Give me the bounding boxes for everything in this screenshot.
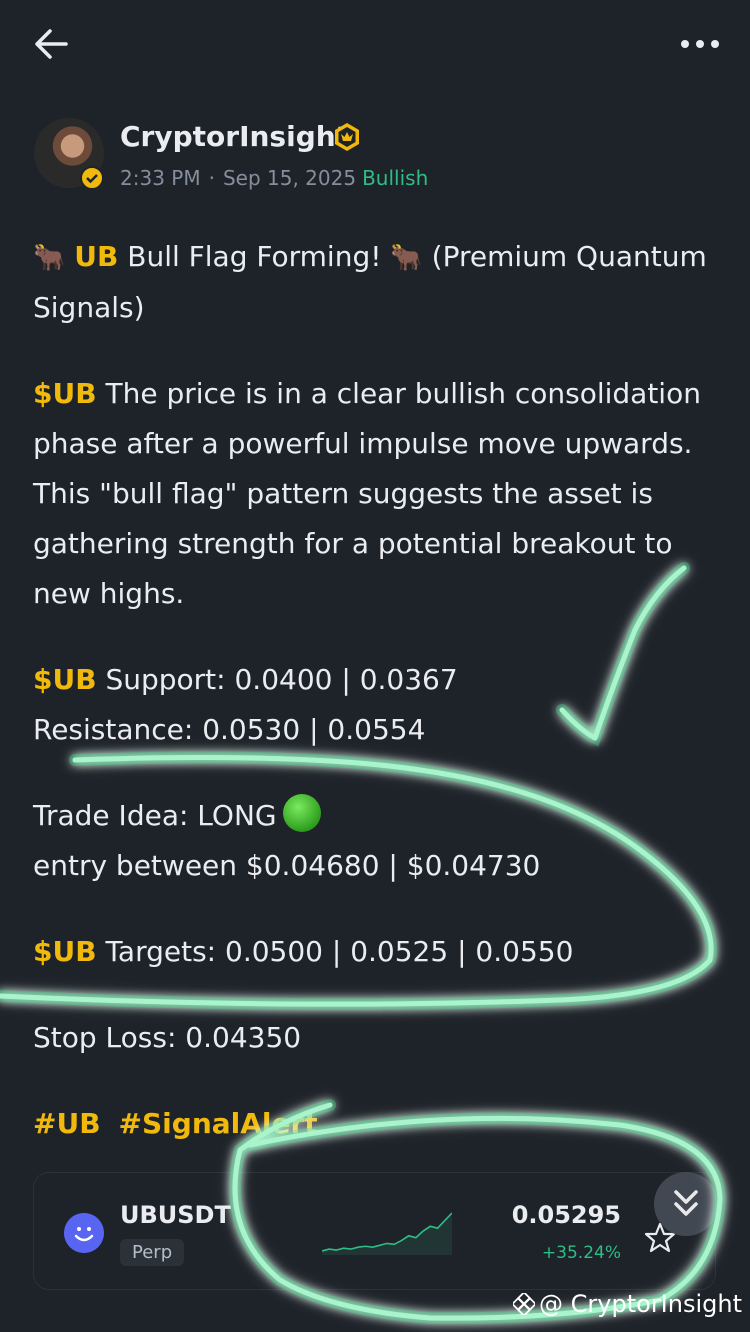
creator-badge-icon [335, 123, 359, 151]
coin-logo-icon [64, 1213, 104, 1253]
watermark: @ CryptorInsight [513, 1290, 742, 1318]
avatar[interactable] [34, 118, 104, 190]
post-author: CryptorInsight 2:33 PM · Sep 15, 2025 Bulli… [34, 118, 714, 194]
top-bar [0, 0, 750, 90]
targets-line: $UB Targets: 0.0500 | 0.0525 | 0.0550 [33, 927, 723, 977]
ox-icon: 🐂 [390, 243, 423, 273]
post-title: 🐂 UB Bull Flag Forming! 🐂 (Premium Quant… [33, 232, 723, 333]
trading-pair-card[interactable]: UBUSDT Perp 0.05295 +35.24% [33, 1172, 716, 1290]
price-change: +35.24% [541, 1243, 621, 1263]
contract-type-tag: Perp [120, 1239, 185, 1266]
binance-logo-icon [513, 1293, 536, 1315]
cashtag[interactable]: $UB [33, 663, 97, 696]
entry-line: entry between $0.04680 | $0.04730 [33, 849, 541, 882]
pair-symbol: UBUSDT [120, 1201, 231, 1229]
resistance-line: Resistance: 0.0530 | 0.0554 [33, 713, 426, 746]
verified-icon [80, 166, 104, 190]
ox-icon: 🐂 [33, 243, 66, 273]
post-time: 2:33 PM [120, 166, 201, 190]
body-text: The price is in a clear bullish consolid… [33, 377, 701, 610]
green-circle-icon [282, 794, 321, 832]
post-date: Sep 15, 2025 [222, 166, 357, 190]
support-line: $UB Support: 0.0400 | 0.0367 [33, 655, 723, 705]
hashtags: #UB #SignalAlert [33, 1099, 723, 1149]
cashtag[interactable]: $UB [33, 377, 97, 410]
post-content: 🐂 UB Bull Flag Forming! 🐂 (Premium Quant… [33, 232, 723, 1149]
price-sparkline [322, 1212, 452, 1255]
hashtag[interactable]: #SignalAlert [119, 1107, 318, 1140]
stop-loss-line: Stop Loss: 0.04350 [33, 1021, 302, 1054]
sentiment-tag: Bullish [362, 166, 429, 190]
watermark-text: @ CryptorInsight [539, 1290, 742, 1318]
scroll-down-button[interactable] [654, 1172, 718, 1236]
trade-idea-line: Trade Idea: LONG [33, 791, 723, 841]
last-price: 0.05295 [511, 1201, 621, 1229]
post-meta: 2:33 PM · Sep 15, 2025 Bullish [120, 166, 429, 190]
post-body: $UB The price is in a clear bullish cons… [33, 369, 723, 619]
hashtag[interactable]: #UB [33, 1107, 101, 1140]
support-text: Support: 0.0400 | 0.0367 [96, 663, 458, 696]
trade-idea-text: Trade Idea: LONG [33, 799, 277, 832]
arrow-left-icon[interactable] [32, 26, 72, 62]
author-name[interactable]: CryptorInsight [120, 120, 349, 153]
targets-text: Targets: 0.0500 | 0.0525 | 0.0550 [96, 935, 574, 968]
title-ticker[interactable]: UB [74, 240, 118, 273]
double-chevron-down-icon [674, 1190, 698, 1216]
cashtag[interactable]: $UB [33, 935, 97, 968]
more-horizontal-icon[interactable] [680, 30, 720, 58]
title-text: Bull Flag Forming! [118, 240, 391, 273]
